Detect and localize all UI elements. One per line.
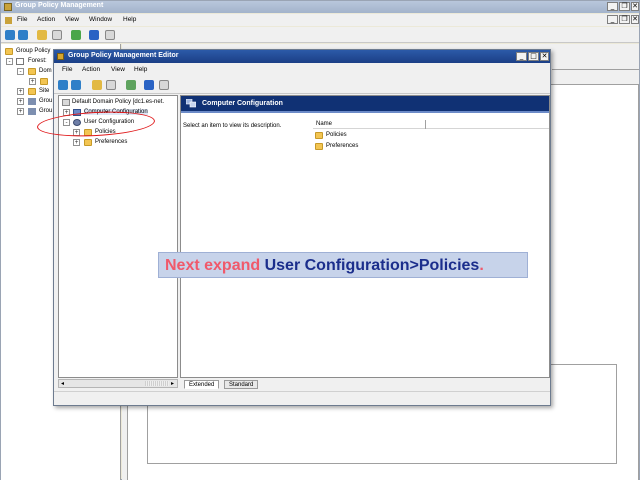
gpm-window-title: Group Policy Management	[15, 2, 104, 9]
minimize-button[interactable]: _	[607, 2, 618, 11]
tab-standard[interactable]: Standard	[224, 380, 259, 389]
restore-button[interactable]: ❐	[619, 2, 630, 11]
tree-root-gpo[interactable]: Default Domain Policy [dc1.es-net.	[72, 99, 164, 105]
content-banner-title: Computer Configuration	[202, 100, 283, 107]
menu-window[interactable]: Window	[89, 16, 112, 23]
show-hide-tree-icon[interactable]	[52, 30, 62, 40]
tab-extended[interactable]: Extended	[184, 380, 220, 389]
expand-toggle[interactable]: -	[17, 68, 24, 75]
tree-horizontal-scrollbar[interactable]: ◂ ▸	[58, 379, 178, 388]
gpm-tree-forest[interactable]: Forest:	[28, 58, 47, 64]
menu-action[interactable]: Action	[37, 16, 55, 23]
subdomain-icon	[40, 78, 48, 85]
expand-toggle[interactable]: +	[17, 98, 24, 105]
list-item-label: Policies	[326, 132, 347, 138]
menu-view[interactable]: View	[65, 16, 79, 23]
content-list: Name Policies Preferences	[313, 117, 549, 379]
properties-icon[interactable]	[159, 80, 169, 90]
gpm-menu-icon	[5, 17, 12, 24]
gpme-tree-pane: Default Domain Policy [dc1.es-net. + Com…	[58, 95, 178, 378]
scroll-thumb[interactable]	[145, 381, 169, 386]
properties-icon[interactable]	[105, 30, 115, 40]
pane-divider	[552, 69, 639, 75]
gpme-minimize-button[interactable]: _	[516, 52, 527, 61]
gpme-title-bar[interactable]: Group Policy Management Editor _ □ ✕	[54, 50, 550, 63]
scroll-left-arrow-icon[interactable]: ◂	[61, 380, 64, 387]
column-header-name[interactable]: Name	[316, 121, 332, 127]
forest-icon	[16, 58, 24, 65]
gpm-root-icon	[5, 48, 13, 55]
gpm-title-bar[interactable]: Group Policy Management _ ❐ ✕	[1, 1, 639, 13]
gpm-tree-modeling[interactable]: Grou	[39, 98, 52, 104]
folder-icon	[315, 132, 323, 139]
caption-text: Next expand User Configuration>Policies.	[165, 257, 484, 275]
sites-icon	[28, 88, 36, 95]
gpme-menu-help[interactable]: Help	[134, 66, 147, 73]
child-restore-button[interactable]: ❐	[619, 15, 630, 24]
expand-toggle[interactable]: +	[17, 108, 24, 115]
gpme-close-button[interactable]: ✕	[540, 52, 549, 61]
menu-help[interactable]: Help	[123, 16, 136, 23]
list-header: Name	[313, 120, 549, 129]
results-icon	[28, 108, 36, 115]
expand-toggle[interactable]: +	[17, 88, 24, 95]
gpme-window-title: Group Policy Management Editor	[68, 52, 179, 59]
up-folder-icon[interactable]	[92, 80, 102, 90]
close-button[interactable]: ✕	[631, 2, 639, 11]
back-arrow-icon[interactable]	[58, 80, 68, 90]
forward-arrow-icon[interactable]	[18, 30, 28, 40]
gpm-tree-root[interactable]: Group Policy	[16, 48, 50, 54]
scroll-right-arrow-icon[interactable]: ▸	[171, 380, 174, 387]
status-bar	[54, 391, 550, 405]
caption-part-2: User Configuration>Policies	[264, 257, 480, 274]
gpm-toolbar	[1, 27, 639, 43]
gpme-window: Group Policy Management Editor _ □ ✕ Fil…	[53, 49, 551, 406]
folder-icon	[315, 143, 323, 150]
column-separator[interactable]	[425, 120, 426, 129]
help-icon[interactable]	[89, 30, 99, 40]
child-minimize-button[interactable]: _	[607, 15, 618, 24]
tree-preferences[interactable]: Preferences	[95, 139, 127, 145]
content-description: Select an item to view its description.	[183, 123, 282, 129]
up-folder-icon[interactable]	[37, 30, 47, 40]
expand-toggle[interactable]: -	[6, 58, 13, 65]
gpme-menu-file[interactable]: File	[62, 66, 72, 73]
menu-file[interactable]: File	[17, 16, 27, 23]
gpm-tree-domain[interactable]: Dom	[39, 68, 52, 74]
folder-icon	[84, 139, 92, 146]
gpme-menu-bar: File Action View Help	[54, 64, 550, 76]
computer-config-icon	[185, 98, 197, 108]
export-list-icon[interactable]	[126, 80, 136, 90]
caption-part-1: Next expand	[165, 257, 265, 274]
gpm-app-icon	[4, 3, 12, 11]
refresh-icon[interactable]	[71, 30, 81, 40]
gpm-tree-sites[interactable]: Site	[39, 88, 49, 94]
forward-arrow-icon[interactable]	[71, 80, 81, 90]
domain-icon	[28, 68, 36, 75]
back-arrow-icon[interactable]	[5, 30, 15, 40]
show-hide-tree-icon[interactable]	[106, 80, 116, 90]
help-icon[interactable]	[144, 80, 154, 90]
gpme-app-icon	[57, 53, 64, 60]
content-banner: Computer Configuration	[181, 96, 549, 113]
view-tabs: Extended Standard	[180, 379, 550, 390]
list-item-label: Preferences	[326, 143, 359, 149]
gpme-menu-action[interactable]: Action	[82, 66, 100, 73]
expand-toggle[interactable]: +	[73, 139, 80, 146]
gpme-menu-view[interactable]: View	[111, 66, 125, 73]
expand-toggle[interactable]: +	[29, 78, 36, 85]
gpme-maximize-button[interactable]: □	[528, 52, 539, 61]
modeling-icon	[28, 98, 36, 105]
child-close-button[interactable]: ✕	[631, 15, 639, 24]
gpm-menu-bar: File Action View Window Help _ ❐ ✕	[1, 14, 639, 26]
gpo-icon	[62, 99, 70, 106]
gpme-content-pane: Computer Configuration Select an item to…	[180, 95, 550, 378]
tutorial-caption: Next expand User Configuration>Policies.	[158, 252, 528, 278]
gpme-toolbar	[54, 77, 550, 94]
caption-part-3: .	[479, 257, 484, 274]
gpm-tree-results[interactable]: Grou	[39, 108, 52, 114]
